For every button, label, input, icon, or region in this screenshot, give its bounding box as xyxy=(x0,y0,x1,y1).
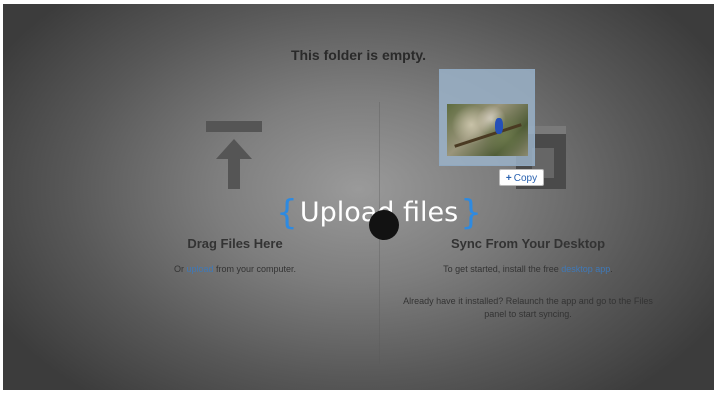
photo-thumbnail xyxy=(447,104,528,156)
sync-text-prefix: To get started, install the free xyxy=(443,264,562,274)
copy-badge: + Copy xyxy=(499,169,544,186)
upload-arrow-icon xyxy=(206,121,262,189)
brace-open: { xyxy=(276,193,298,233)
play-button-icon[interactable] xyxy=(369,210,399,240)
drag-text-suffix: from your computer. xyxy=(213,264,297,274)
sync-text-suffix: . xyxy=(610,264,613,274)
copy-badge-label: Copy xyxy=(513,173,538,184)
upload-link[interactable]: upload xyxy=(186,264,213,274)
brace-close: } xyxy=(460,193,482,233)
empty-folder-panel: This folder is empty. Drag Files Here Or… xyxy=(3,4,714,390)
sync-install-text: To get started, install the free desktop… xyxy=(401,263,655,276)
drag-text-prefix: Or xyxy=(173,264,187,274)
desktop-app-link[interactable]: desktop app xyxy=(561,264,610,274)
drag-files-text: Or upload from your computer. xyxy=(115,263,355,276)
sync-desktop-heading: Sync From Your Desktop xyxy=(450,236,606,251)
dragged-file-graphic xyxy=(439,69,535,166)
empty-folder-title: This folder is empty. xyxy=(290,47,427,63)
sync-illustration: + Copy xyxy=(439,69,579,195)
drag-files-heading: Drag Files Here xyxy=(187,236,283,251)
sync-relaunch-text: Already have it installed? Relaunch the … xyxy=(403,296,653,319)
plus-icon: + xyxy=(505,173,512,184)
